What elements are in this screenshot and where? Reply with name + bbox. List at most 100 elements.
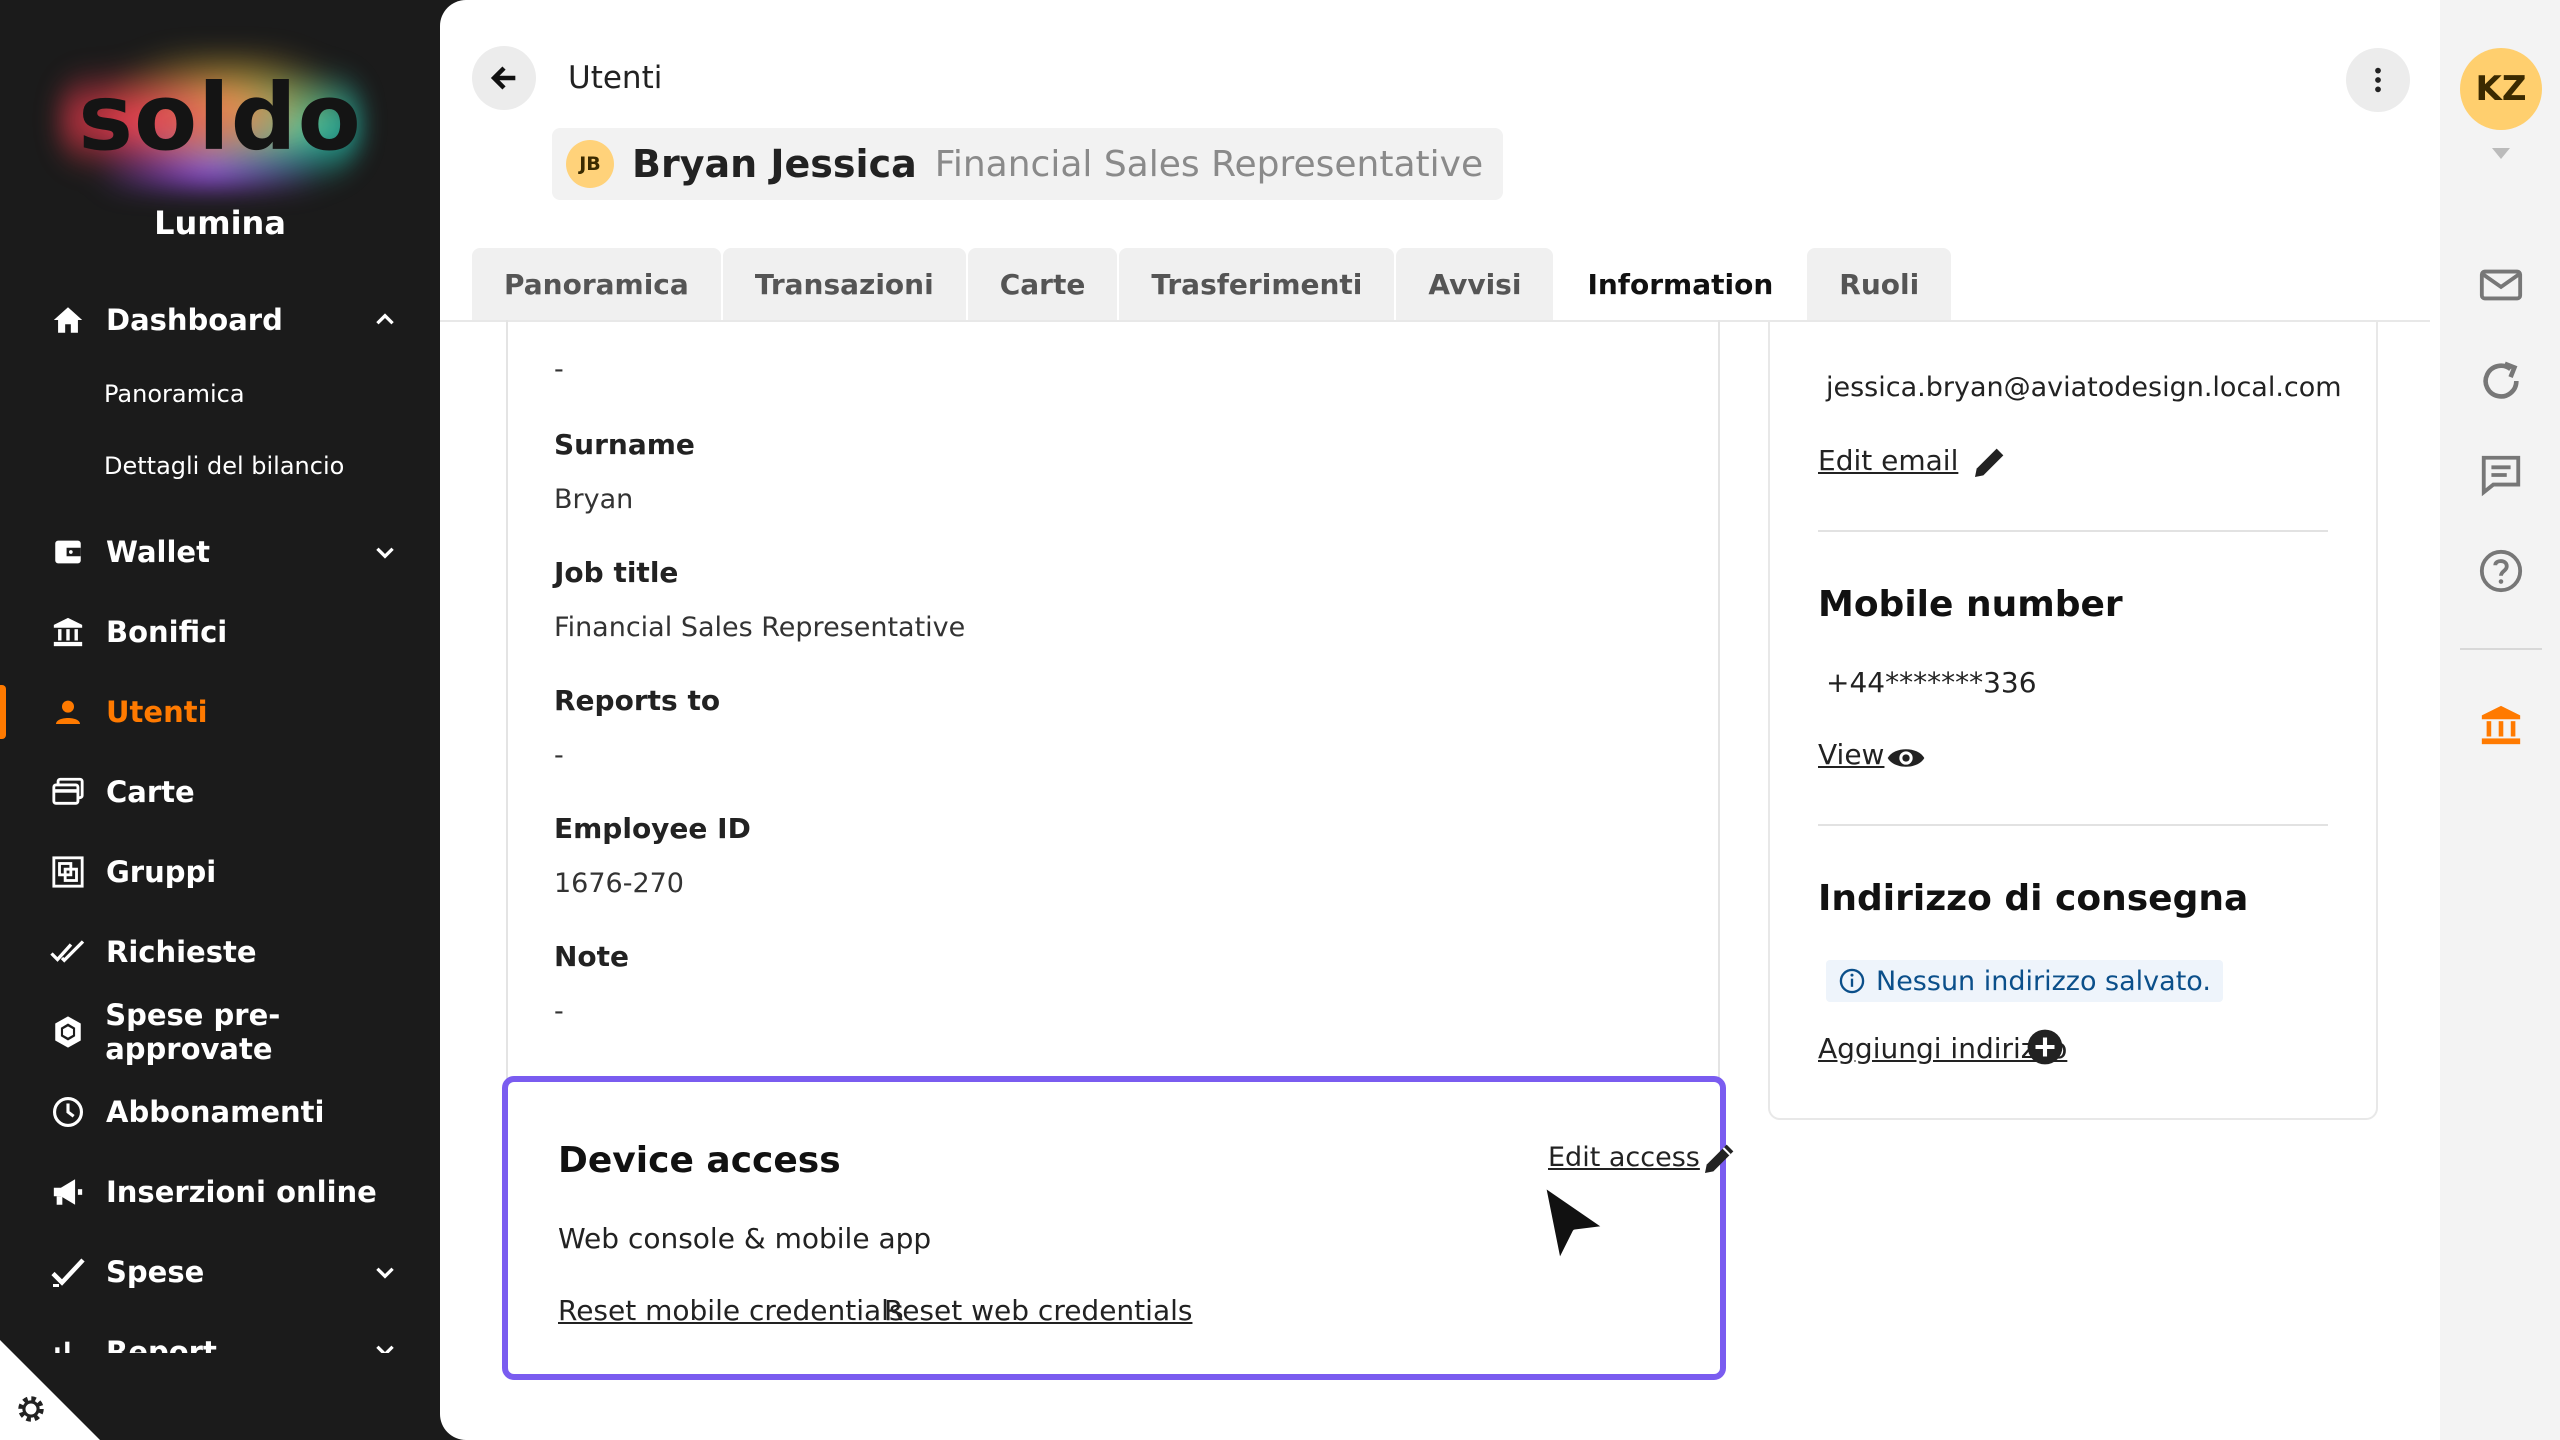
wallet-icon <box>50 534 86 570</box>
field-label-employee-id: Employee ID <box>554 812 751 845</box>
field-value-top: - <box>554 354 564 385</box>
sidebar-item-gruppi[interactable]: Gruppi <box>0 837 440 907</box>
sidebar-item-dashboard[interactable]: Dashboard <box>0 285 440 355</box>
more-options-button[interactable] <box>2346 48 2410 112</box>
user-name: Bryan Jessica <box>632 142 917 186</box>
sidebar-item-label: Dashboard <box>106 303 283 337</box>
sidebar-item-label: Gruppi <box>106 855 217 889</box>
plus-circle-icon[interactable] <box>2026 1028 2064 1066</box>
contact-card: jessica.bryan@aviatodesign.local.com Edi… <box>1768 320 2378 1120</box>
bank-transfer-icon <box>50 614 86 650</box>
sidebar-item-label: Report <box>106 1335 217 1353</box>
sidebar-subitem-panoramica[interactable]: Panoramica <box>104 380 245 408</box>
tab-trasferimenti[interactable]: Trasferimenti <box>1119 248 1395 320</box>
tab-avvisi[interactable]: Avvisi <box>1396 248 1554 320</box>
caret-down-icon[interactable] <box>2492 148 2510 159</box>
cards-icon <box>50 774 86 810</box>
edit-email-link[interactable]: Edit email <box>1818 444 1958 477</box>
megaphone-icon <box>50 1174 86 1210</box>
avatar: JB <box>566 140 614 188</box>
edit-access-link[interactable]: Edit access <box>1548 1142 1700 1173</box>
kebab-menu-icon <box>2375 67 2381 93</box>
sidebar-item-label: Wallet <box>106 535 210 569</box>
sidebar: soldo Lumina Dashboard Panoramica Dettag… <box>0 0 440 1440</box>
chevron-down-icon[interactable] <box>372 1259 398 1285</box>
bank-icon[interactable] <box>2478 702 2524 748</box>
sidebar-item-label: Inserzioni online <box>106 1175 377 1209</box>
back-button[interactable] <box>472 46 536 110</box>
shield-icon <box>50 1014 85 1050</box>
double-check-icon <box>50 934 86 970</box>
info-icon <box>1839 968 1865 994</box>
tab-transazioni[interactable]: Transazioni <box>722 248 966 320</box>
sidebar-item-spese-pre-approvate[interactable]: Spese pre-approvate <box>0 997 440 1067</box>
sidebar-item-richieste[interactable]: Richieste <box>0 917 440 987</box>
field-label-job-title: Job title <box>554 556 679 589</box>
tab-ruoli[interactable]: Ruoli <box>1807 248 1952 320</box>
divider <box>1818 824 2328 826</box>
chat-icon[interactable] <box>2478 452 2524 498</box>
sidebar-item-label: Carte <box>106 775 195 809</box>
sidebar-item-label: Spese pre-approvate <box>105 998 281 1066</box>
check-icon <box>50 1254 86 1290</box>
tab-bar: Panoramica Transazioni Carte Trasferimen… <box>472 248 1953 320</box>
gear-icon[interactable] <box>14 1392 48 1426</box>
delivery-address-title: Indirizzo di consegna <box>1818 878 2249 919</box>
sidebar-item-spese[interactable]: Spese <box>0 1237 440 1307</box>
arrow-left-icon <box>490 66 516 90</box>
right-rail: KZ <box>2440 0 2560 1440</box>
user-header: JB Bryan Jessica Financial Sales Represe… <box>552 128 1504 200</box>
chevron-down-icon[interactable] <box>372 539 398 565</box>
divider <box>1818 530 2328 532</box>
mouse-cursor-icon <box>1540 1181 1610 1267</box>
sidebar-item-bonifici[interactable]: Bonifici <box>0 597 440 667</box>
chevron-down-icon[interactable] <box>372 1337 398 1353</box>
clock-icon <box>50 1094 86 1130</box>
sidebar-subitem-dettagli-bilancio[interactable]: Dettagli del bilancio <box>104 452 344 480</box>
org-name: Lumina <box>154 204 286 242</box>
sidebar-item-carte[interactable]: Carte <box>0 757 440 827</box>
logo-text: soldo <box>78 64 362 171</box>
reset-web-credentials-link[interactable]: Reset web credentials <box>884 1294 1192 1327</box>
account-avatar[interactable]: KZ <box>2460 48 2542 130</box>
device-access-title: Device access <box>558 1140 841 1181</box>
field-value-reports-to: - <box>554 740 564 771</box>
view-mobile-link[interactable]: View <box>1818 738 1884 771</box>
mobile-number-title: Mobile number <box>1818 584 2123 625</box>
sidebar-item-wallet[interactable]: Wallet <box>0 517 440 587</box>
pencil-icon[interactable] <box>1970 442 2010 482</box>
sidebar-item-abbonamenti[interactable]: Abbonamenti <box>0 1077 440 1147</box>
user-icon <box>50 694 86 730</box>
sidebar-item-label: Bonifici <box>106 615 228 649</box>
help-icon[interactable] <box>2478 548 2524 594</box>
field-label-reports-to: Reports to <box>554 684 721 717</box>
chevron-up-icon[interactable] <box>372 307 398 333</box>
main-content: Utenti JB Bryan Jessica Financial Sales … <box>440 0 2440 1440</box>
tab-carte[interactable]: Carte <box>967 248 1118 320</box>
field-label-note: Note <box>554 940 630 973</box>
device-access-value: Web console & mobile app <box>558 1222 932 1255</box>
logo[interactable]: soldo <box>0 30 440 210</box>
groups-icon <box>50 854 86 890</box>
sidebar-item-utenti[interactable]: Utenti <box>0 677 440 747</box>
active-indicator <box>0 685 6 739</box>
sidebar-item-label: Utenti <box>106 695 208 729</box>
sidebar-item-label: Richieste <box>106 935 257 969</box>
divider <box>2460 648 2542 650</box>
field-value-surname: Bryan <box>554 484 634 515</box>
refresh-icon[interactable] <box>2478 358 2524 404</box>
tab-information[interactable]: Information <box>1555 248 1806 320</box>
no-address-text: Nessun indirizzo salvato. <box>1876 965 2211 997</box>
no-address-badge: Nessun indirizzo salvato. <box>1826 960 2223 1002</box>
field-label-surname: Surname <box>554 428 695 461</box>
mail-icon[interactable] <box>2478 262 2524 308</box>
email-value: jessica.bryan@aviatodesign.local.com <box>1826 372 2342 403</box>
pencil-icon[interactable] <box>1700 1138 1740 1178</box>
breadcrumb[interactable]: Utenti <box>568 60 662 96</box>
eye-icon[interactable] <box>1886 738 1926 778</box>
field-value-job-title: Financial Sales Representative <box>554 612 966 643</box>
tab-panoramica[interactable]: Panoramica <box>472 248 721 320</box>
sidebar-item-inserzioni-online[interactable]: Inserzioni online <box>0 1157 440 1227</box>
reset-mobile-credentials-link[interactable]: Reset mobile credentials <box>558 1294 904 1327</box>
sidebar-item-label: Abbonamenti <box>106 1095 325 1129</box>
